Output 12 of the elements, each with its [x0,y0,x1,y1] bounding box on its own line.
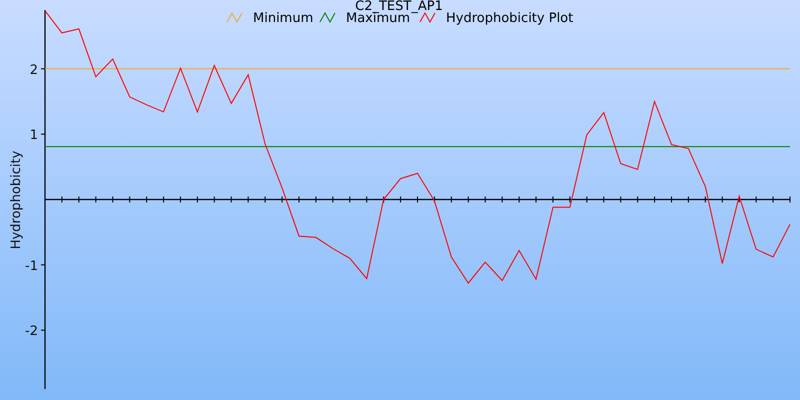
legend-label: Minimum [253,11,314,26]
y-axis-label: Hydrophobicity [9,150,24,250]
legend-label: Hydrophobicity Plot [446,11,574,26]
legend-line-icon [226,12,242,24]
chart-title: C2_TEST_AP1 [355,0,443,14]
legend-label: Maximum [346,11,410,26]
legend-line-icon [320,12,336,24]
y-tick-label: 2 [30,62,38,78]
legend-line-icon [420,12,436,24]
y-tick-label: -2 [25,324,38,340]
y-tick-label: -1 [25,258,38,274]
y-tick-label: 1 [30,128,38,144]
